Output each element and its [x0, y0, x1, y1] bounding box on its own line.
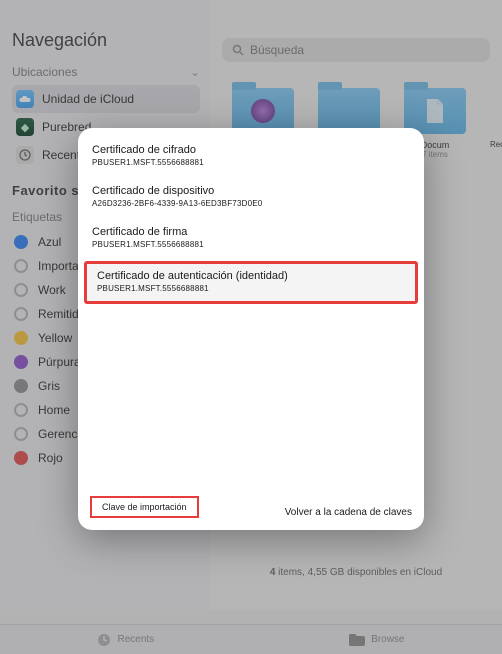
folder-label: Redes [490, 140, 502, 149]
cert-sub: PBUSER1.MSFT.5556688881 [92, 158, 410, 167]
locations-header[interactable]: Ubicaciones ⌄ [12, 65, 200, 79]
cert-sub: A26D3236-2BF6-4339-9A13-6ED3BF73D0E0 [92, 199, 410, 208]
back-keychain-button[interactable]: Volver a la cadena de claves [285, 507, 412, 518]
tag-label: Yellow [38, 331, 72, 345]
import-key-button[interactable]: Clave de importación [90, 496, 199, 518]
clock-icon [97, 633, 111, 647]
sidebar-item-label: Unidad de iCloud [42, 92, 134, 106]
status-text: 4 items, 4,55 GB disponibles en iCloud [210, 567, 502, 578]
cert-sub: PBUSER1.MSFT.5556688881 [97, 284, 405, 293]
tag-label: Púrpura [38, 355, 81, 369]
tab-recents[interactable]: Recents [97, 633, 154, 647]
tag-label: Rojo [38, 451, 63, 465]
tag-dot-icon [14, 355, 28, 369]
tag-dot-icon [14, 283, 28, 297]
search-placeholder: Búsqueda [250, 43, 304, 57]
tag-dot-icon [14, 331, 28, 345]
certificate-list: Certificado de cifrado PBUSER1.MSFT.5556… [78, 128, 424, 488]
search-icon [232, 44, 244, 56]
clock-icon [16, 146, 34, 164]
cert-item-signature[interactable]: Certificado de firma PBUSER1.MSFT.555668… [78, 218, 424, 259]
tag-dot-icon [14, 259, 28, 273]
cert-title: Certificado de autenticación (identidad) [97, 270, 405, 282]
tab-browse[interactable]: Browse [349, 634, 404, 646]
folder-icon [404, 88, 466, 134]
tag-label: Gris [38, 379, 60, 393]
tab-label: Browse [371, 634, 404, 645]
tab-label: Recents [117, 634, 154, 645]
tag-dot-icon [14, 403, 28, 417]
tab-bar: Recents Browse [0, 624, 502, 654]
sidebar-item-icloud[interactable]: Unidad de iCloud [12, 85, 200, 113]
cert-item-auth-identity[interactable]: Certificado de autenticación (identidad)… [84, 261, 418, 304]
tag-dot-icon [14, 235, 28, 249]
cert-item-encryption[interactable]: Certificado de cifrado PBUSER1.MSFT.5556… [78, 136, 424, 177]
nav-title: Navegación [12, 30, 200, 51]
tag-dot-icon [14, 451, 28, 465]
chevron-down-icon: ⌄ [190, 65, 200, 79]
folder-item[interactable]: Redes [490, 88, 502, 159]
search-input[interactable]: Búsqueda [222, 38, 490, 62]
cert-title: Certificado de firma [92, 226, 410, 238]
purebred-icon: ◆ [16, 118, 34, 136]
icloud-icon [16, 90, 34, 108]
folder-icon [349, 634, 365, 646]
tag-label: Azul [38, 235, 61, 249]
tag-label: Work [38, 283, 66, 297]
favorites-label: Favorito [12, 183, 67, 198]
cert-title: Certificado de dispositivo [92, 185, 410, 197]
tag-label: Home [38, 403, 70, 417]
locations-label: Ubicaciones [12, 65, 77, 79]
cert-title: Certificado de cifrado [92, 144, 410, 156]
tag-dot-icon [14, 379, 28, 393]
certificate-modal: Certificado de cifrado PBUSER1.MSFT.5556… [78, 128, 424, 530]
tag-dot-icon [14, 427, 28, 441]
tag-dot-icon [14, 307, 28, 321]
cert-item-device[interactable]: Certificado de dispositivo A26D3236-2BF6… [78, 177, 424, 218]
cert-sub: PBUSER1.MSFT.5556688881 [92, 240, 410, 249]
